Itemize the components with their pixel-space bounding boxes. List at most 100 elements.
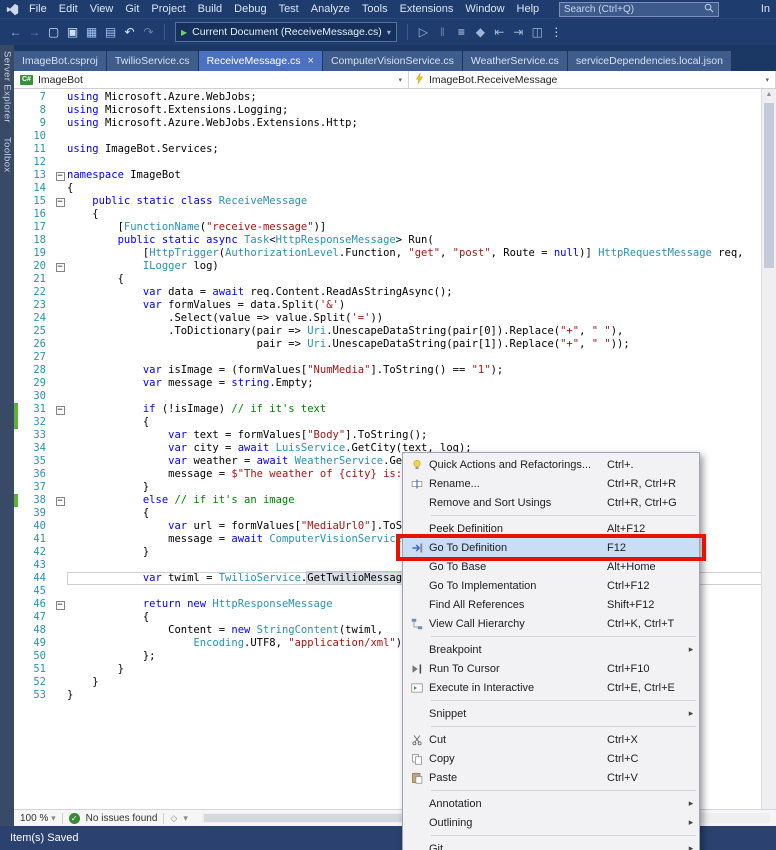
menu-debug[interactable]: Debug [228, 2, 272, 16]
save-icon[interactable]: ▦ [82, 22, 101, 42]
menu-analyze[interactable]: Analyze [305, 2, 356, 16]
menu-file[interactable]: File [23, 2, 53, 16]
tab-receivemessage-cs[interactable]: ReceiveMessage.cs × [198, 51, 322, 71]
context-menu-item-annotation[interactable]: Annotation ▸ [403, 794, 699, 813]
code-line[interactable]: var message = string.Empty; [67, 377, 776, 390]
debug-target-combo[interactable]: ▶ Current Document (ReceiveMessage.cs) ▾ [175, 22, 397, 42]
breadcrumb-project-dropdown[interactable]: C# ImageBot ▾ [14, 71, 409, 88]
menu-build[interactable]: Build [192, 2, 228, 16]
context-menu-item-outlining[interactable]: Outlining ▸ [403, 813, 699, 832]
context-menu-item-peek-definition[interactable]: Peek Definition Alt+F12 [403, 519, 699, 538]
context-menu-item-remove-and-sort-usings[interactable]: Remove and Sort Usings Ctrl+R, Ctrl+G [403, 493, 699, 512]
indent-increase-icon[interactable]: ⇥ [509, 22, 528, 42]
nav-back-icon[interactable]: ← [6, 22, 25, 42]
fold-collapse-icon[interactable]: − [55, 601, 65, 610]
code-line[interactable]: using Microsoft.Azure.WebJobs.Extensions… [67, 117, 776, 130]
code-line[interactable]: var text = formValues["Body"].ToString()… [67, 429, 776, 442]
context-menu-item-cut[interactable]: Cut Ctrl+X [403, 730, 699, 749]
code-line[interactable]: ILogger log) [67, 260, 776, 273]
fold-collapse-icon[interactable]: − [55, 263, 65, 272]
context-menu-item-view-call-hierarchy[interactable]: View Call Hierarchy Ctrl+K, Ctrl+T [403, 614, 699, 633]
signin-label[interactable]: In [761, 3, 772, 15]
code-line[interactable]: namespace ImageBot [67, 169, 776, 182]
redo-icon[interactable]: ↷ [139, 22, 158, 42]
code-line[interactable]: [HttpTrigger(AuthorizationLevel.Function… [67, 247, 776, 260]
error-list-icon[interactable]: ≡ [452, 22, 471, 42]
code-line[interactable]: pair => Uri.UnescapeDataString(pair[1]).… [67, 338, 776, 351]
search-box[interactable]: Search (Ctrl+Q) [558, 1, 719, 17]
context-menu-item-snippet[interactable]: Snippet ▸ [403, 704, 699, 723]
context-menu-item-find-all-references[interactable]: Find All References Shift+F12 [403, 595, 699, 614]
context-menu-item-copy[interactable]: Copy Ctrl+C [403, 749, 699, 768]
nav-forward-icon[interactable]: → [25, 22, 44, 42]
save-all-icon[interactable]: ▤ [101, 22, 120, 42]
side-tab-server-explorer[interactable]: Server Explorer [2, 51, 13, 123]
fold-collapse-icon[interactable]: − [55, 497, 65, 506]
context-menu-item-go-to-base[interactable]: Go To Base Alt+Home [403, 557, 699, 576]
menu-edit[interactable]: Edit [53, 2, 84, 16]
undo-icon[interactable]: ↶ [120, 22, 139, 42]
context-menu-item-breakpoint[interactable]: Breakpoint ▸ [403, 640, 699, 659]
code-line[interactable] [67, 156, 776, 169]
menu-extensions[interactable]: Extensions [394, 2, 460, 16]
diff-mode-icon[interactable]: ◇ [170, 813, 177, 824]
code-line[interactable]: .Select(value => value.Split('=')) [67, 312, 776, 325]
tab-twilioservice-cs[interactable]: TwilioService.cs [106, 51, 198, 71]
scrollbar-thumb[interactable] [764, 103, 774, 268]
new-file-icon[interactable]: ▢ [44, 22, 63, 42]
bookmark-icon[interactable]: ◆ [471, 22, 490, 42]
tab-weatherservice-cs[interactable]: WeatherService.cs [462, 51, 567, 71]
context-menu-item-paste[interactable]: Paste Ctrl+V [403, 768, 699, 787]
toolbar-overflow-icon[interactable]: ⋮ [547, 22, 566, 42]
code-line[interactable]: using ImageBot.Services; [67, 143, 776, 156]
breadcrumb-member-dropdown[interactable]: ImageBot.ReceiveMessage ▾ [409, 71, 776, 88]
fold-collapse-icon[interactable]: − [55, 406, 65, 415]
menu-git[interactable]: Git [119, 2, 145, 16]
code-line[interactable]: { [67, 208, 776, 221]
tab-servicedependencies-local-json[interactable]: serviceDependencies.local.json [567, 51, 731, 71]
open-file-icon[interactable]: ▣ [63, 22, 82, 42]
indent-decrease-icon[interactable]: ⇤ [490, 22, 509, 42]
menu-tools[interactable]: Tools [356, 2, 394, 16]
code-line[interactable] [67, 390, 776, 403]
code-line[interactable]: var data = await req.Content.ReadAsStrin… [67, 286, 776, 299]
code-line[interactable]: var isImage = (formValues["NumMedia"].To… [67, 364, 776, 377]
menu-window[interactable]: Window [459, 2, 510, 16]
code-line[interactable] [67, 130, 776, 143]
code-line[interactable]: if (!isImage) // if it's text [67, 403, 776, 416]
code-line[interactable]: { [67, 273, 776, 286]
menu-view[interactable]: View [84, 2, 120, 16]
code-line[interactable]: public static class ReceiveMessage [67, 195, 776, 208]
chevron-down-icon[interactable]: ▾ [183, 813, 188, 824]
fold-collapse-icon[interactable]: − [55, 172, 65, 181]
code-line[interactable] [67, 351, 776, 364]
menu-help[interactable]: Help [511, 2, 546, 16]
context-menu-item-go-to-definition[interactable]: Go To Definition F12 [396, 534, 706, 561]
context-menu-item-run-to-cursor[interactable]: Run To Cursor Ctrl+F10 [403, 659, 699, 678]
menu-project[interactable]: Project [145, 2, 191, 16]
break-all-icon[interactable]: ‖ [433, 22, 452, 42]
code-line[interactable]: using Microsoft.Azure.WebJobs; [67, 91, 776, 104]
code-line[interactable]: { [67, 182, 776, 195]
menu-test[interactable]: Test [273, 2, 305, 16]
fold-collapse-icon[interactable]: − [55, 198, 65, 207]
code-line[interactable]: [FunctionName("receive-message")] [67, 221, 776, 234]
tab-imagebot-csproj[interactable]: ImageBot.csproj [14, 51, 106, 71]
comment-selection-icon[interactable]: ◫ [528, 22, 547, 42]
tab-computervisionservice-cs[interactable]: ComputerVisionService.cs [322, 51, 462, 71]
context-menu-item-git[interactable]: Git ▸ [403, 839, 699, 850]
tab-close-icon[interactable]: × [308, 56, 314, 67]
code-line[interactable]: using Microsoft.Extensions.Logging; [67, 104, 776, 117]
zoom-dropdown[interactable]: 100 % ▾ [20, 813, 56, 824]
scroll-up-icon[interactable]: ▲ [762, 89, 776, 101]
side-tab-toolbox[interactable]: Toolbox [2, 137, 13, 173]
code-line[interactable]: .ToDictionary(pair => Uri.UnescapeDataSt… [67, 325, 776, 338]
code-line[interactable]: { [67, 416, 776, 429]
context-menu-item-rename[interactable]: Rename... Ctrl+R, Ctrl+R [403, 474, 699, 493]
code-line[interactable]: var formValues = data.Split('&') [67, 299, 776, 312]
context-menu-item-quick-actions-and-refactorings[interactable]: Quick Actions and Refactorings... Ctrl+. [403, 455, 699, 474]
context-menu-item-go-to-implementation[interactable]: Go To Implementation Ctrl+F12 [403, 576, 699, 595]
context-menu-item-execute-in-interactive[interactable]: Execute in Interactive Ctrl+E, Ctrl+E [403, 678, 699, 697]
code-line[interactable]: public static async Task<HttpResponseMes… [67, 234, 776, 247]
start-without-debugging-icon[interactable]: ▷ [414, 22, 433, 42]
